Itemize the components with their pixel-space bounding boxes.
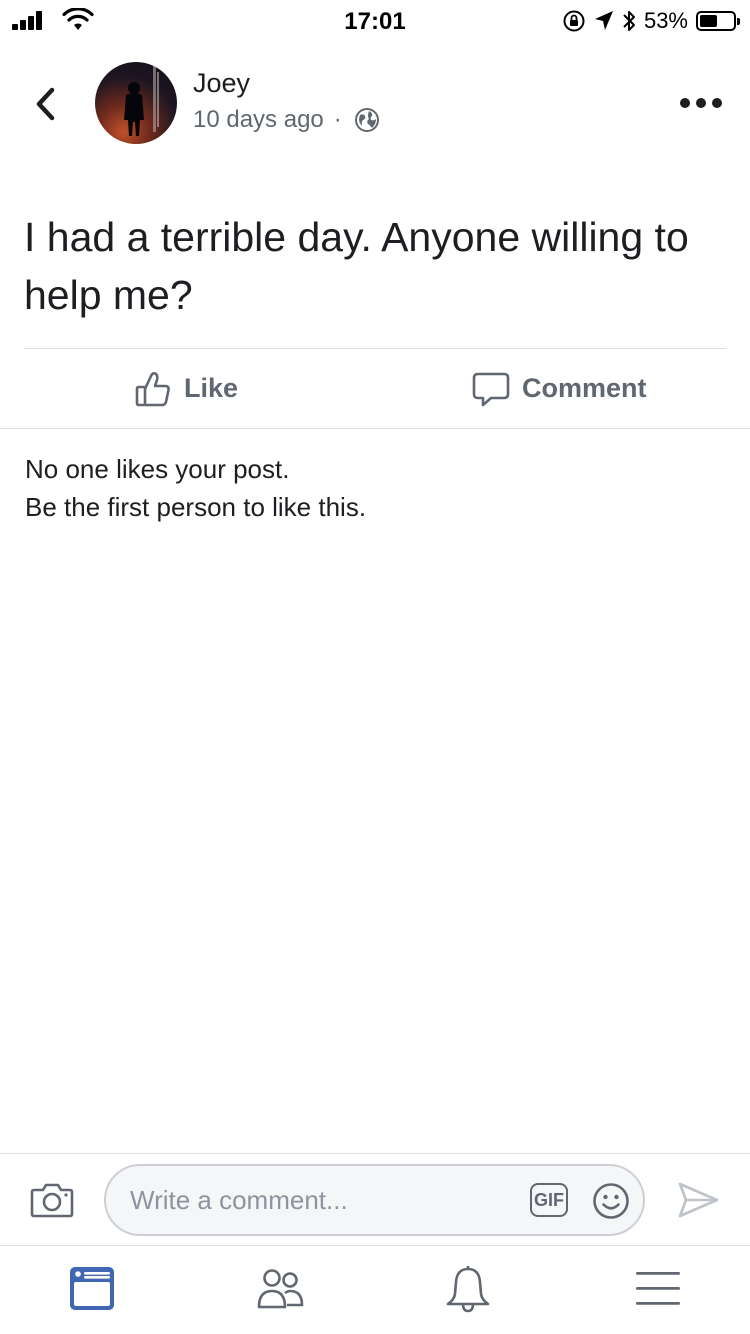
comment-button[interactable]: Comment xyxy=(472,349,647,428)
news-feed-icon[interactable] xyxy=(68,1264,116,1314)
camera-icon[interactable] xyxy=(30,1180,74,1220)
more-options-icon[interactable] xyxy=(680,92,722,114)
comment-composer: GIF xyxy=(104,1164,645,1236)
bluetooth-icon xyxy=(623,11,635,31)
divider xyxy=(0,428,750,429)
like-button[interactable]: Like xyxy=(134,349,238,428)
post-actions: Like Comment xyxy=(0,349,750,428)
notifications-icon[interactable] xyxy=(444,1264,492,1314)
menu-icon[interactable] xyxy=(634,1264,682,1314)
post-timestamp[interactable]: 10 days ago xyxy=(193,106,324,134)
reactions-summary: No one likes your post. Be the first per… xyxy=(25,450,366,526)
thumbs-up-icon xyxy=(135,371,170,406)
author-name[interactable]: Joey xyxy=(193,68,250,99)
avatar[interactable] xyxy=(95,62,177,144)
comment-label: Comment xyxy=(522,373,647,403)
no-likes-text: No one likes your post. xyxy=(25,454,290,484)
comment-bubble-icon xyxy=(472,372,510,406)
be-first-text: Be the first person to like this. xyxy=(25,492,367,522)
battery-icon xyxy=(696,11,740,31)
comment-input[interactable] xyxy=(130,1166,510,1234)
orientation-lock-icon xyxy=(563,10,585,32)
globe-icon[interactable] xyxy=(354,107,380,133)
battery-percent: 53% xyxy=(643,8,688,33)
post-meta: 10 days ago · xyxy=(193,106,380,134)
status-bar: 17:01 53% xyxy=(0,0,750,40)
divider xyxy=(0,1153,750,1154)
like-label: Like xyxy=(184,373,239,403)
send-icon[interactable] xyxy=(676,1180,720,1220)
emoji-icon[interactable] xyxy=(592,1182,630,1220)
post-text: I had a terrible day. Anyone willing to … xyxy=(24,214,689,318)
friends-icon[interactable] xyxy=(256,1264,304,1314)
location-icon xyxy=(594,11,613,30)
meta-separator: · xyxy=(333,106,342,133)
back-icon[interactable] xyxy=(30,84,64,124)
gif-button[interactable]: GIF xyxy=(530,1183,568,1217)
divider xyxy=(0,1245,750,1246)
